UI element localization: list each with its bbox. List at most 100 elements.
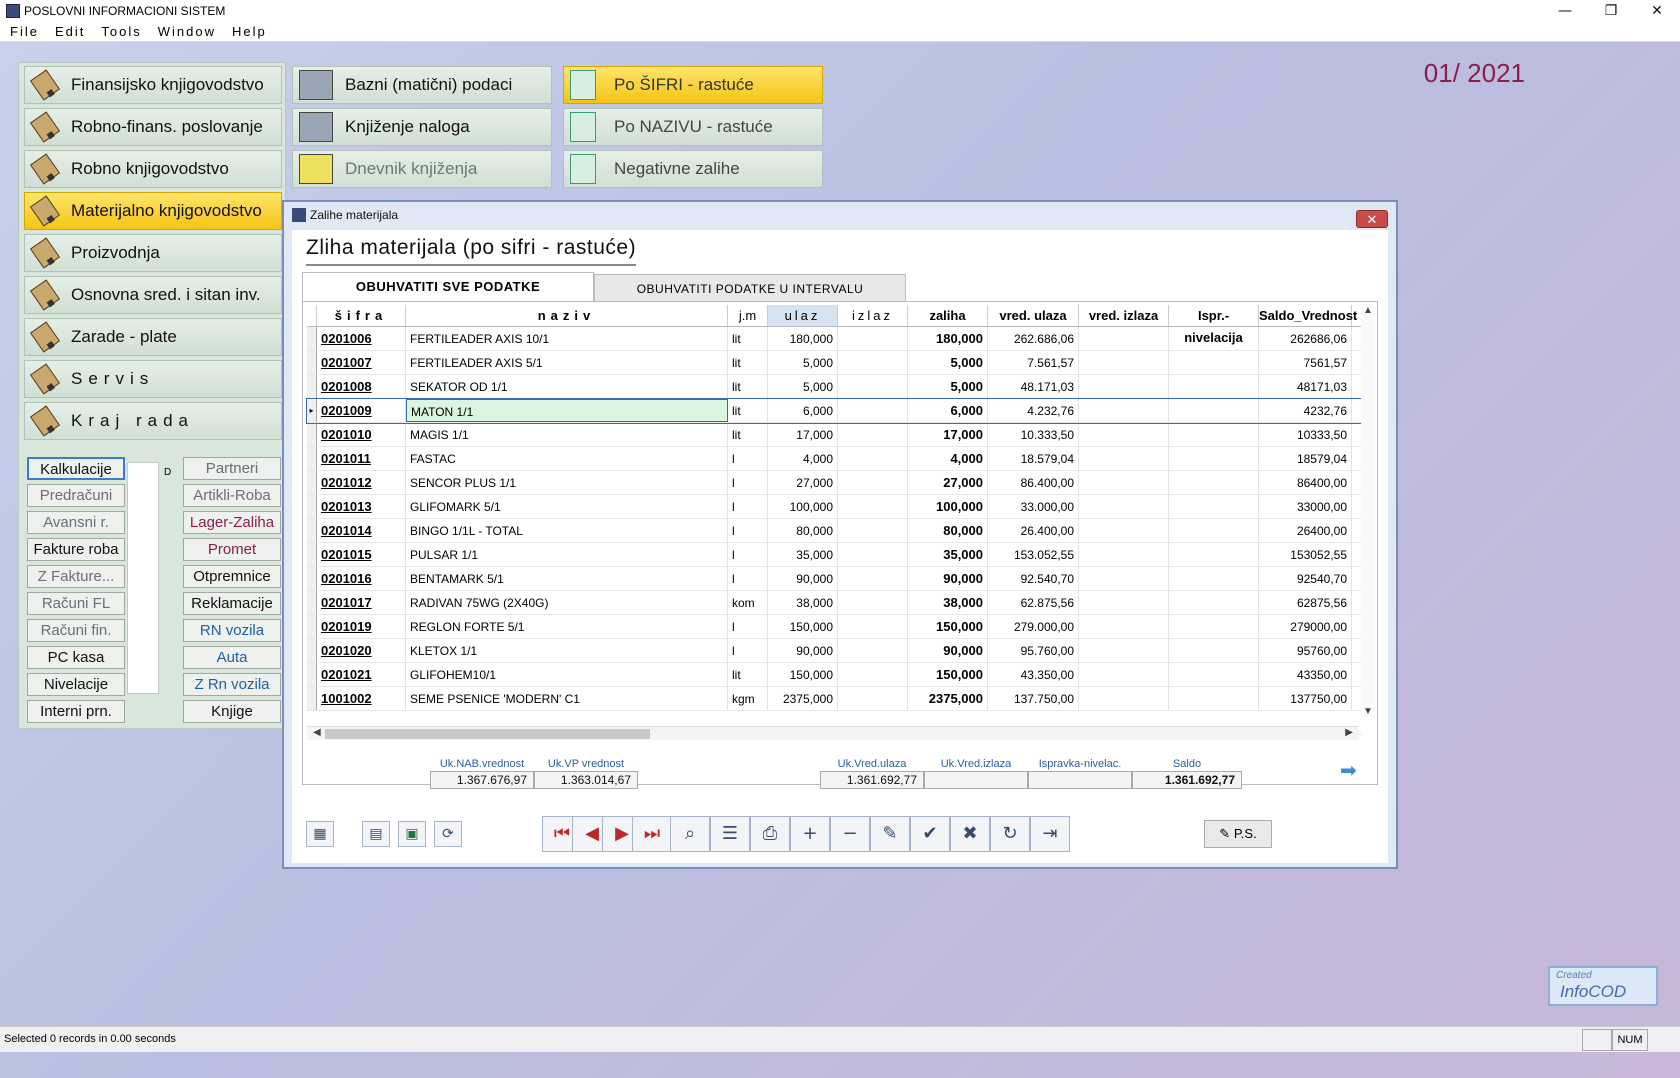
header-value-out[interactable]: vred. izlaza bbox=[1079, 305, 1169, 326]
cell-name[interactable]: SEKATOR OD 1/1 bbox=[406, 375, 728, 398]
cell-value-in[interactable]: 7.561,57 bbox=[988, 351, 1079, 374]
table-row[interactable]: 0201017 RADIVAN 75WG (2X40G) kom 38,000 38,0… bbox=[307, 591, 1362, 615]
cell-code[interactable]: 0201015 bbox=[317, 543, 406, 566]
header-name[interactable]: naziv bbox=[406, 305, 728, 326]
menu-edit[interactable]: Edit bbox=[55, 24, 85, 39]
cell-in[interactable]: 90,000 bbox=[768, 567, 838, 590]
cell-code[interactable]: 0201007 bbox=[317, 351, 406, 374]
module-button[interactable]: Kraj rada bbox=[24, 402, 282, 440]
add-icon[interactable]: + bbox=[790, 816, 830, 852]
cell-value-out[interactable] bbox=[1079, 615, 1169, 638]
cell-code[interactable]: 0201012 bbox=[317, 471, 406, 494]
cell-out[interactable] bbox=[838, 543, 908, 566]
doc-button-right[interactable]: Z Rn vozila bbox=[183, 673, 281, 696]
cell-code[interactable]: 0201016 bbox=[317, 567, 406, 590]
submenu-journal[interactable]: Dnevnik knjiženja bbox=[292, 150, 552, 188]
cell-name[interactable]: GLIFOMARK 5/1 bbox=[406, 495, 728, 518]
cell-name[interactable]: BINGO 1/1L - TOTAL bbox=[406, 519, 728, 542]
cell-out[interactable] bbox=[838, 591, 908, 614]
close-button[interactable]: ✕ bbox=[1634, 0, 1680, 22]
doc-button-right[interactable]: Knjige bbox=[183, 700, 281, 723]
header-out[interactable]: izlaz bbox=[838, 305, 908, 326]
cell-stock[interactable]: 38,000 bbox=[908, 591, 988, 614]
table-row[interactable]: 0201016 BENTAMARK 5/1 l 90,000 90,000 92.540,… bbox=[307, 567, 1362, 591]
cell-value-in[interactable]: 33.000,00 bbox=[988, 495, 1079, 518]
doc-button-left[interactable]: Z Fakture... bbox=[27, 565, 125, 588]
cell-value-out[interactable] bbox=[1079, 663, 1169, 686]
cell-correction[interactable] bbox=[1169, 639, 1259, 662]
cell-unit[interactable]: l bbox=[728, 567, 768, 590]
cell-unit[interactable]: lit bbox=[728, 375, 768, 398]
row-indicator[interactable] bbox=[307, 351, 317, 374]
tab-interval-data[interactable]: OBUHVATITI PODATKE U INTERVALU bbox=[594, 274, 906, 302]
cell-stock[interactable]: 150,000 bbox=[908, 615, 988, 638]
cell-name[interactable]: SEME PSENICE 'MODERN' C1 bbox=[406, 687, 728, 710]
doc-button-right[interactable]: Auta bbox=[183, 646, 281, 669]
scroll-right-icon[interactable]: ▶ bbox=[1345, 727, 1353, 738]
row-indicator[interactable] bbox=[307, 495, 317, 518]
cell-balance[interactable]: 7561,57 bbox=[1259, 351, 1352, 374]
cell-code[interactable]: 0201019 bbox=[317, 615, 406, 638]
cell-name[interactable]: FASTAC bbox=[406, 447, 728, 470]
cell-unit[interactable]: l bbox=[728, 447, 768, 470]
cell-code[interactable]: 0201013 bbox=[317, 495, 406, 518]
order-option[interactable]: Po NAZIVU - rastuće bbox=[563, 108, 823, 146]
cell-code[interactable]: 0201010 bbox=[317, 423, 406, 446]
cell-value-in[interactable]: 86.400,00 bbox=[988, 471, 1079, 494]
cell-name[interactable]: RADIVAN 75WG (2X40G) bbox=[406, 591, 728, 614]
order-option[interactable]: Negativne zalihe bbox=[563, 150, 823, 188]
ps-button[interactable]: ✎ P.S. bbox=[1204, 820, 1272, 848]
cell-value-out[interactable] bbox=[1079, 519, 1169, 542]
header-correction[interactable]: Ispr.-nivelacija bbox=[1169, 305, 1259, 345]
cell-unit[interactable]: lit bbox=[728, 327, 768, 350]
document-icon[interactable]: ▤ bbox=[362, 821, 390, 847]
table-row[interactable]: 0201010 MAGIS 1/1 lit 17,000 17,000 10.333,50… bbox=[307, 423, 1362, 447]
cell-out[interactable] bbox=[838, 447, 908, 470]
tab-all-data[interactable]: OBUHVATITI SVE PODATKE bbox=[302, 272, 594, 302]
cell-out[interactable] bbox=[838, 351, 908, 374]
cell-value-out[interactable] bbox=[1079, 399, 1169, 422]
cell-value-out[interactable] bbox=[1079, 543, 1169, 566]
row-indicator[interactable] bbox=[307, 327, 317, 350]
cell-correction[interactable] bbox=[1169, 663, 1259, 686]
horizontal-scrollbar[interactable]: ◀ ▶ bbox=[307, 726, 1359, 740]
cell-code[interactable]: 0201014 bbox=[317, 519, 406, 542]
cell-correction[interactable] bbox=[1169, 543, 1259, 566]
scroll-up-icon[interactable]: ▲ bbox=[1361, 305, 1375, 316]
cell-out[interactable] bbox=[838, 663, 908, 686]
cell-stock[interactable]: 4,000 bbox=[908, 447, 988, 470]
cell-stock[interactable]: 90,000 bbox=[908, 639, 988, 662]
scroll-thumb[interactable] bbox=[325, 729, 650, 739]
cell-correction[interactable] bbox=[1169, 327, 1259, 350]
cell-out[interactable] bbox=[838, 399, 908, 422]
cell-stock[interactable]: 5,000 bbox=[908, 375, 988, 398]
cell-balance[interactable]: 18579,04 bbox=[1259, 447, 1352, 470]
cell-out[interactable] bbox=[838, 639, 908, 662]
cell-in[interactable]: 90,000 bbox=[768, 639, 838, 662]
cell-balance[interactable]: 48171,03 bbox=[1259, 375, 1352, 398]
module-button[interactable]: Robno-finans. poslovanje bbox=[24, 108, 282, 146]
cell-unit[interactable]: lit bbox=[728, 423, 768, 446]
doc-button-left[interactable]: PC kasa bbox=[27, 646, 125, 669]
module-button[interactable]: Materijalno knjigovodstvo bbox=[24, 192, 282, 230]
cell-out[interactable] bbox=[838, 471, 908, 494]
table-row[interactable]: 0201008 SEKATOR OD 1/1 lit 5,000 5,000 48.171… bbox=[307, 375, 1362, 399]
cell-code[interactable]: 0201017 bbox=[317, 591, 406, 614]
cell-correction[interactable] bbox=[1169, 519, 1259, 542]
cell-in[interactable]: 4,000 bbox=[768, 447, 838, 470]
table-row[interactable]: 0201013 GLIFOMARK 5/1 l 100,000 100,000 33.00… bbox=[307, 495, 1362, 519]
row-indicator[interactable] bbox=[307, 567, 317, 590]
restore-button[interactable]: ❐ bbox=[1588, 0, 1634, 22]
cell-balance[interactable]: 262686,06 bbox=[1259, 327, 1352, 350]
table-row[interactable]: 0201011 FASTAC l 4,000 4,000 18.579,04 18579,0… bbox=[307, 447, 1362, 471]
cell-in[interactable]: 100,000 bbox=[768, 495, 838, 518]
cell-stock[interactable]: 35,000 bbox=[908, 543, 988, 566]
cell-balance[interactable]: 43350,00 bbox=[1259, 663, 1352, 686]
cell-unit[interactable]: lit bbox=[728, 351, 768, 374]
row-indicator[interactable] bbox=[307, 375, 317, 398]
cell-code[interactable]: 1001002 bbox=[317, 687, 406, 710]
cell-value-out[interactable] bbox=[1079, 423, 1169, 446]
cell-balance[interactable]: 95760,00 bbox=[1259, 639, 1352, 662]
header-stock[interactable]: zaliha bbox=[908, 305, 988, 326]
cell-unit[interactable]: l bbox=[728, 639, 768, 662]
